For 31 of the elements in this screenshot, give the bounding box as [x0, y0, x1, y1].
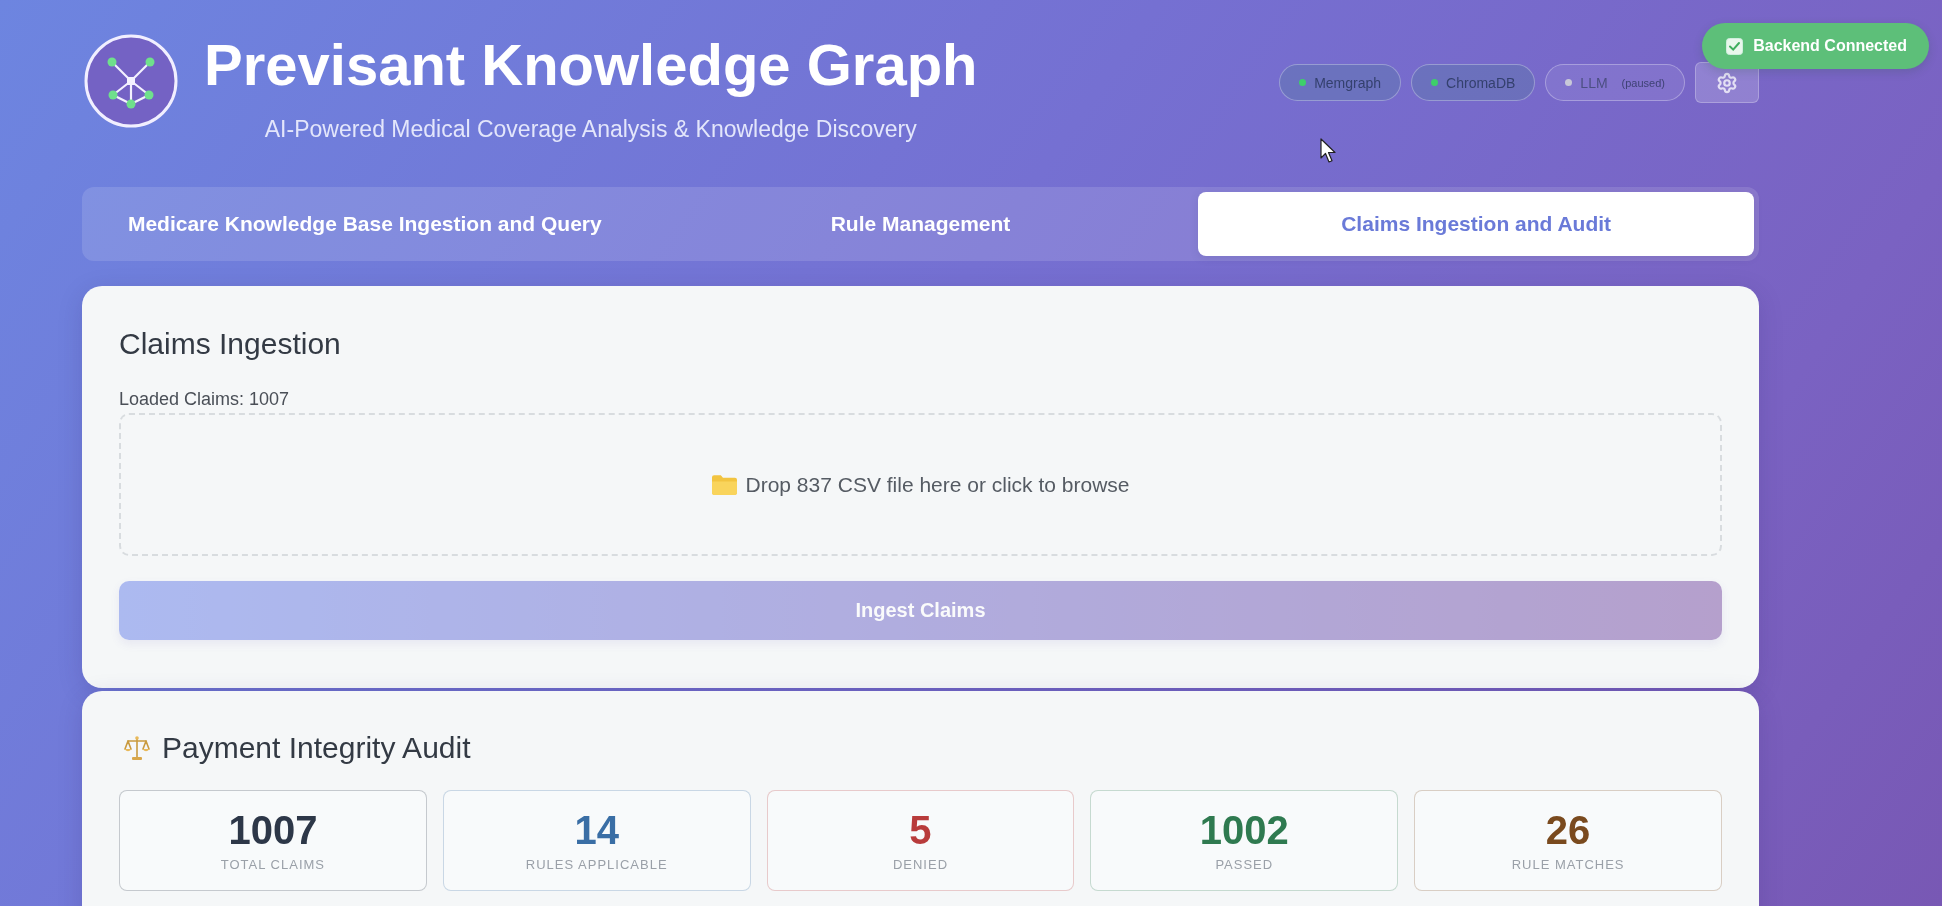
file-drop-zone[interactable]: Drop 837 CSV file here or click to browse: [119, 413, 1722, 556]
app-title: Previsant Knowledge Graph: [204, 34, 978, 96]
section-title: Payment Integrity Audit: [162, 731, 471, 765]
tab[interactable]: Medicare Knowledge Base Ingestion and Query: [87, 192, 643, 256]
checkbox-check-icon: [1726, 37, 1744, 55]
stat-value: 1007: [228, 808, 318, 852]
service-name: ChromaDB: [1446, 74, 1516, 91]
stat-value: 26: [1545, 808, 1591, 852]
loaded-claims-count: Loaded Claims: 1007: [119, 388, 291, 410]
tab[interactable]: Rule Management: [642, 192, 1199, 256]
stat-value: 14: [574, 808, 619, 852]
stat-label: TOTAL CLAIMS: [220, 857, 325, 872]
stat-value: 5: [909, 808, 932, 852]
folder-icon: [711, 474, 737, 495]
service-note: (paused): [1621, 76, 1665, 89]
scales-icon: [124, 735, 150, 761]
stat-label: PASSED: [1215, 857, 1274, 872]
mouse-pointer-icon: [1320, 138, 1338, 164]
settings-icon: [1716, 71, 1738, 94]
drop-zone-hint: Drop 837 CSV file here or click to browse: [745, 472, 1130, 497]
stat-label: RULES APPLICABLE: [525, 857, 668, 872]
stat-label: RULE MATCHES: [1511, 857, 1625, 872]
service-name: Memgraph: [1314, 74, 1382, 91]
service-name: LLM: [1580, 74, 1608, 91]
stat-value: 1002: [1199, 808, 1289, 852]
network-logo-icon: [84, 34, 178, 128]
stat-label: DENIED: [892, 857, 949, 872]
section-title: Claims Ingestion: [119, 327, 342, 361]
tab[interactable]: Claims Ingestion and Audit: [1198, 192, 1754, 256]
toast-message: Backend Connected: [1753, 37, 1907, 55]
app-subtitle: AI-Powered Medical Coverage Analysis & Knowledge Discovery: [264, 116, 917, 143]
